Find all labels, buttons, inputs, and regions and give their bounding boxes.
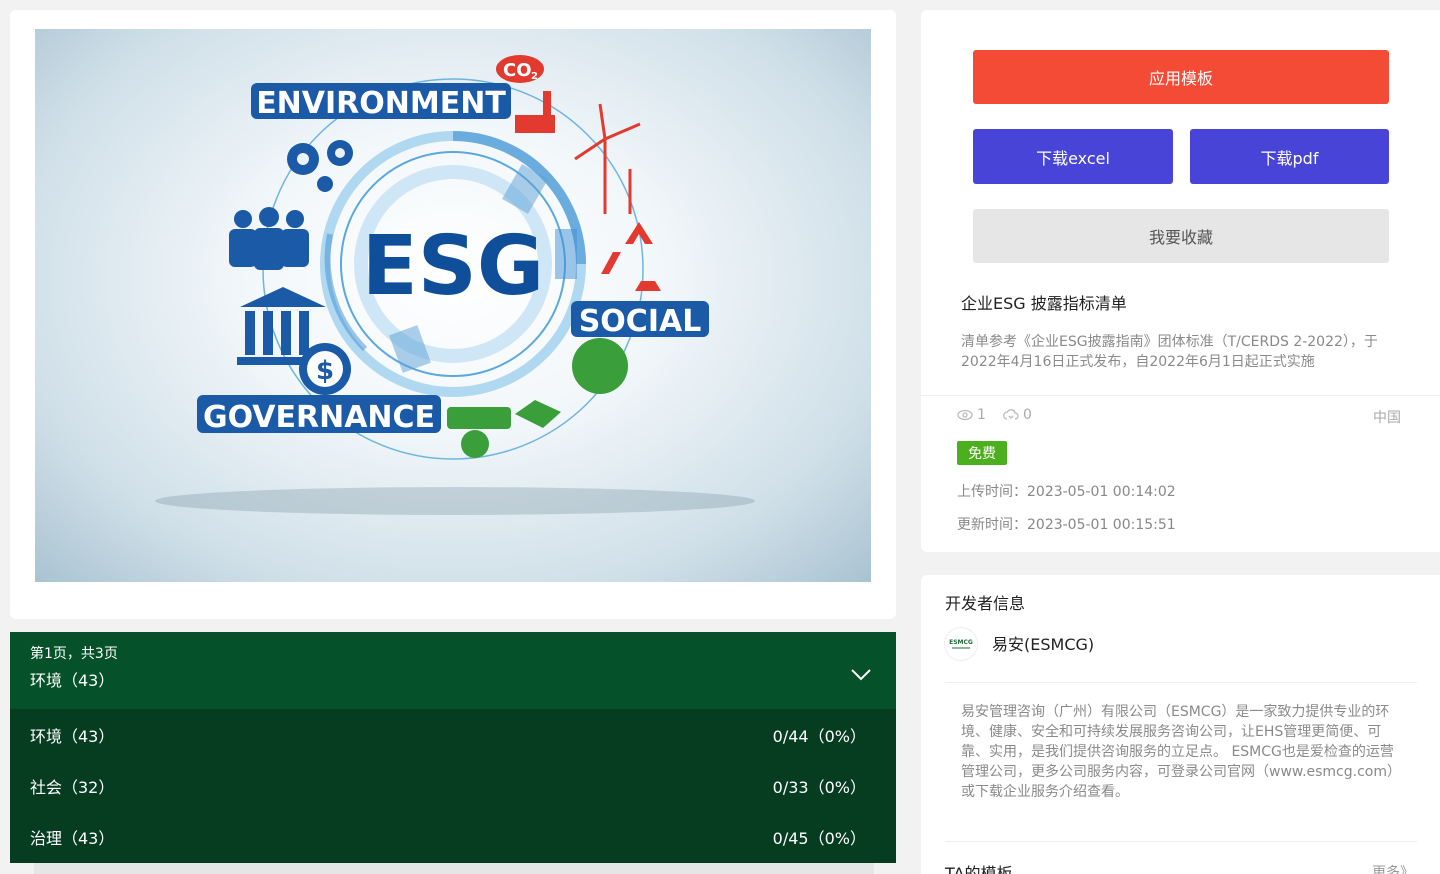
- people-icon: [229, 207, 309, 270]
- document-preview-peek: [34, 863, 874, 874]
- upload-time-line: 上传时间：2023-05-01 00:14:02: [957, 481, 1176, 501]
- more-templates-link[interactable]: 更多》: [1372, 862, 1414, 874]
- template-description: 清单参考《企业ESG披露指南》团体标准（T/CERDS 2-2022），于202…: [961, 334, 1378, 370]
- template-title: 企业ESG 披露指标清单: [961, 294, 1127, 313]
- chevron-down-icon[interactable]: [850, 668, 872, 682]
- developer-avatar[interactable]: ESMCG: [945, 628, 977, 660]
- esg-illustration: ESG ENVIRONMENT SOCIAL GOVERNANCE CO 2 $: [155, 55, 755, 515]
- co2-label: CO: [503, 60, 532, 81]
- upload-time-value: 2023-05-01 00:14:02: [1027, 484, 1176, 500]
- favorite-button[interactable]: 我要收藏: [973, 209, 1389, 263]
- download-excel-button[interactable]: 下载excel: [973, 129, 1173, 184]
- toc-item-label: 社会（32）: [30, 777, 115, 797]
- toc-item-label: 治理（43）: [30, 828, 115, 848]
- downloads-stat: 0: [1003, 407, 1032, 423]
- esg-title-text: ESG: [362, 219, 544, 314]
- recycle-icon: [601, 222, 661, 291]
- eye-icon: [957, 409, 973, 421]
- toc-current-section: 环境（43）: [30, 671, 115, 690]
- template-stats: 1 0 中国: [957, 407, 1401, 427]
- svg-text:2: 2: [531, 71, 538, 82]
- toc-dropdown-header[interactable]: 第1页，共3页 环境（43）: [10, 632, 896, 709]
- toc-item-governance[interactable]: 治理（43） 0/45（0%）: [10, 811, 896, 862]
- update-time-line: 更新时间：2023-05-01 00:15:51: [957, 514, 1176, 534]
- developer-name[interactable]: 易安(ESMCG): [992, 631, 1094, 655]
- cloud-download-icon: [1003, 409, 1019, 420]
- social-label: SOCIAL: [579, 304, 702, 339]
- free-badge: 免费: [957, 441, 1007, 465]
- divider: [945, 682, 1417, 683]
- views-count: 1: [977, 407, 986, 423]
- developer-heading: 开发者信息: [945, 594, 1026, 613]
- ta-templates-heading: TA的模板: [945, 864, 1013, 874]
- toc-item-progress: 0/44（0%）: [772, 726, 866, 746]
- download-pdf-button[interactable]: 下载pdf: [1190, 129, 1389, 184]
- esg-hero-image: ESG ENVIRONMENT SOCIAL GOVERNANCE CO 2 $: [35, 29, 871, 582]
- toc-item-environment[interactable]: 环境（43） 0/44（0%）: [10, 709, 896, 760]
- esmcg-logo: ESMCG: [949, 639, 973, 649]
- toc-item-label: 环境（43）: [30, 726, 115, 746]
- toc-item-social[interactable]: 社会（32） 0/33（0%）: [10, 760, 896, 811]
- divider: [945, 841, 1417, 842]
- country-label: 中国: [1373, 410, 1401, 426]
- governance-label: GOVERNANCE: [203, 400, 435, 435]
- environment-label: ENVIRONMENT: [256, 86, 506, 121]
- developer-card: 开发者信息 ESMCG 易安(ESMCG) 易安管理咨询（广州）有限公司（ESM…: [921, 575, 1440, 874]
- toc-item-progress: 0/45（0%）: [772, 828, 866, 848]
- toc-item-progress: 0/33（0%）: [772, 777, 866, 797]
- hero-card: ESG ENVIRONMENT SOCIAL GOVERNANCE CO 2 $: [10, 10, 896, 619]
- downloads-count: 0: [1023, 407, 1032, 423]
- apply-template-button[interactable]: 应用模板: [973, 50, 1389, 104]
- svg-text:ESMCG: ESMCG: [949, 639, 973, 646]
- template-info-card: 应用模板 下载excel 下载pdf 我要收藏 企业ESG 披露指标清单 清单参…: [921, 10, 1440, 552]
- toc-page-info: 第1页，共3页: [30, 646, 118, 662]
- update-time-label: 更新时间：: [957, 517, 1027, 533]
- toc-panel: 第1页，共3页 环境（43） 环境（43） 0/44（0%） 社会（32） 0/…: [10, 632, 896, 863]
- upload-time-label: 上传时间：: [957, 484, 1027, 500]
- svg-text:$: $: [316, 356, 334, 386]
- gears-icon: [287, 140, 353, 192]
- views-stat: 1: [957, 407, 986, 423]
- divider: [921, 395, 1440, 396]
- developer-description: 易安管理咨询（广州）有限公司（ESMCG）是一家致力提供专业的环境、健康、安全和…: [961, 704, 1401, 800]
- update-time-value: 2023-05-01 00:15:51: [1027, 517, 1176, 533]
